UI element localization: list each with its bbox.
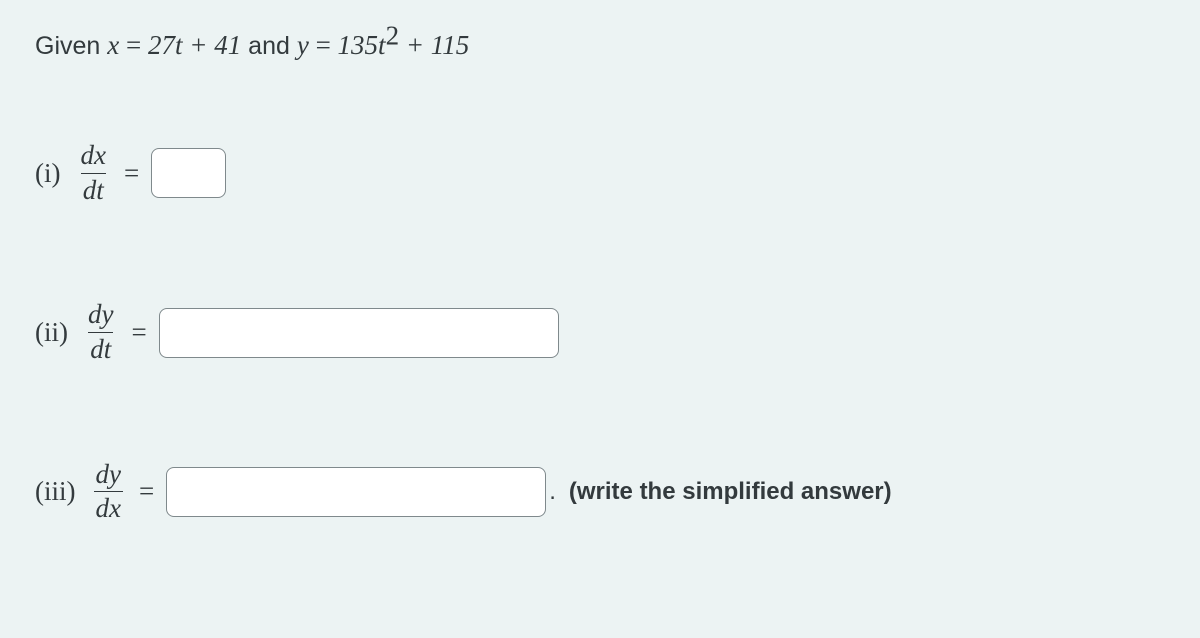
given-prefix: Given [35, 32, 107, 60]
frac-num-dy-2: dy [94, 460, 123, 492]
part-iii-label: (iii) [35, 476, 76, 507]
answer-input-i[interactable] [151, 148, 226, 198]
equals-ii: = [131, 317, 146, 348]
frac-den-dt: dt [81, 173, 106, 206]
eq1-equals: = [119, 30, 148, 60]
part-ii-row: (ii) dy dt = [35, 300, 1165, 364]
equals-iii: = [139, 476, 154, 507]
frac-num-dy: dy [86, 300, 115, 332]
frac-num-dx: dx [78, 141, 107, 173]
answer-input-ii[interactable] [159, 308, 559, 358]
eq1-rhs: 27t + 41 [148, 30, 241, 60]
fraction-dy-dx: dy dx [94, 460, 123, 524]
frac-den-dx: dx [94, 491, 123, 524]
equals-i: = [124, 158, 139, 189]
connector-and: and [241, 32, 297, 60]
part-i-row: (i) dx dt = [35, 141, 1165, 205]
var-y: y [297, 30, 309, 60]
eq2-exponent: 2 [386, 21, 400, 51]
frac-den-dt-2: dt [88, 332, 113, 365]
problem-statement: Given x = 27t + 41 and y = 135t2 + 115 [35, 30, 1165, 61]
eq2-equals: = [309, 30, 338, 60]
answer-input-iii[interactable] [166, 467, 546, 517]
part-ii-label: (ii) [35, 317, 68, 348]
hint-simplified: (write the simplified answer) [569, 478, 892, 506]
eq2-rhs-b: + 115 [399, 30, 469, 60]
eq2-rhs-a: 135t [338, 30, 386, 60]
period-iii: . [549, 478, 556, 506]
part-i-label: (i) [35, 158, 60, 189]
fraction-dx-dt: dx dt [78, 141, 107, 205]
fraction-dy-dt: dy dt [86, 300, 115, 364]
part-iii-row: (iii) dy dx = . (write the simplified an… [35, 460, 1165, 524]
var-x: x [107, 30, 119, 60]
